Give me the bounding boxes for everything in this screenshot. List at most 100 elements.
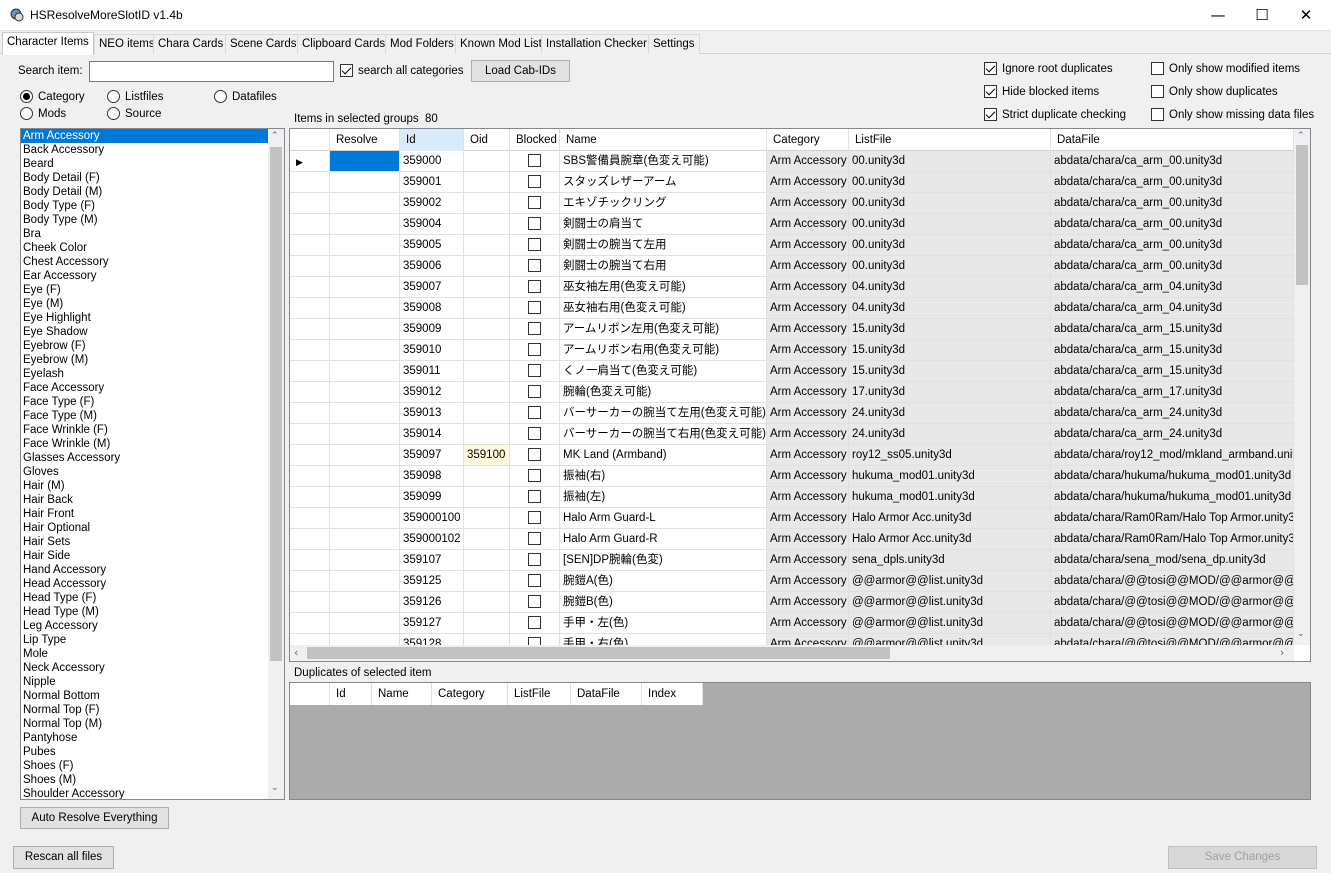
cell-name[interactable]: 剣闘士の腕当て左用 — [560, 235, 767, 256]
category-list-item[interactable]: Body Type (M) — [21, 213, 269, 227]
listfiles-radio[interactable] — [107, 90, 120, 103]
cell-oid[interactable] — [464, 298, 510, 319]
cell-datafile[interactable]: abdata/chara/hukuma/hukuma_mod01.unity3d — [1051, 466, 1294, 487]
category-list-item[interactable]: Normal Bottom — [21, 689, 269, 703]
row-header[interactable] — [290, 256, 330, 277]
cell-listfile[interactable]: 00.unity3d — [849, 256, 1051, 277]
cell-resolve[interactable] — [330, 592, 400, 613]
scroll-up-icon[interactable]: ⌃ — [1297, 131, 1305, 141]
table-row[interactable]: 359098 振袖(右) Arm Accessory hukuma_mod01.uni… — [290, 466, 1294, 487]
cell-listfile[interactable]: 00.unity3d — [849, 214, 1051, 235]
cell-blocked-checkbox[interactable] — [510, 298, 560, 319]
cell-listfile[interactable]: 00.unity3d — [849, 151, 1051, 172]
cell-oid[interactable] — [464, 508, 510, 529]
row-header[interactable] — [290, 235, 330, 256]
table-row[interactable]: 359005 剣闘士の腕当て左用 Arm Accessory 00.unity3d ab… — [290, 235, 1294, 256]
cell-listfile[interactable]: 00.unity3d — [849, 193, 1051, 214]
blocked-checkbox[interactable] — [528, 490, 541, 503]
cell-oid[interactable] — [464, 487, 510, 508]
column-listfile[interactable]: ListFile — [849, 129, 1051, 151]
cell-datafile[interactable]: abdata/chara/ca_arm_04.unity3d — [1051, 298, 1294, 319]
dup-column-datafile[interactable]: DataFile — [571, 683, 642, 705]
cell-blocked-checkbox[interactable] — [510, 634, 560, 645]
cell-datafile[interactable]: abdata/chara/ca_arm_00.unity3d — [1051, 151, 1294, 172]
cell-datafile[interactable]: abdata/chara/ca_arm_24.unity3d — [1051, 403, 1294, 424]
cell-name[interactable]: Halo Arm Guard-L — [560, 508, 767, 529]
category-list-item[interactable]: Body Detail (F) — [21, 171, 269, 185]
cell-resolve[interactable] — [330, 277, 400, 298]
category-list-item[interactable]: Cheek Color — [21, 241, 269, 255]
cell-listfile[interactable]: 00.unity3d — [849, 235, 1051, 256]
blocked-checkbox[interactable] — [528, 301, 541, 314]
cell-id[interactable]: 359127 — [400, 613, 464, 634]
row-header[interactable] — [290, 571, 330, 592]
cell-datafile[interactable]: abdata/chara/ca_arm_04.unity3d — [1051, 277, 1294, 298]
cell-listfile[interactable]: 04.unity3d — [849, 298, 1051, 319]
category-list-item[interactable]: Hair Sets — [21, 535, 269, 549]
items-grid-vscrollbar[interactable]: ⌃ ⌄ — [1294, 129, 1310, 645]
category-list-scroll-thumb[interactable] — [270, 147, 282, 661]
cell-resolve[interactable] — [330, 613, 400, 634]
cell-listfile[interactable]: 04.unity3d — [849, 277, 1051, 298]
table-row[interactable]: 359000100 Halo Arm Guard-L Arm Accessory Ha… — [290, 508, 1294, 529]
maximize-button[interactable]: ☐ — [1239, 0, 1285, 31]
column-name[interactable]: Name — [560, 129, 767, 151]
table-row[interactable]: 359099 振袖(左) Arm Accessory hukuma_mod01.uni… — [290, 487, 1294, 508]
cell-category[interactable]: Arm Accessory — [767, 424, 849, 445]
cell-name[interactable]: バーサーカーの腕当て左用(色変え可能) — [560, 403, 767, 424]
cell-datafile[interactable]: abdata/chara/roy12_mod/mkland_armband.un… — [1051, 445, 1294, 466]
strict-duplicate-checking-checkbox[interactable] — [984, 108, 997, 121]
cell-name[interactable]: 手甲・左(色) — [560, 613, 767, 634]
row-header[interactable] — [290, 613, 330, 634]
cell-datafile[interactable]: abdata/chara/ca_arm_00.unity3d — [1051, 235, 1294, 256]
cell-resolve[interactable] — [330, 571, 400, 592]
cell-category[interactable]: Arm Accessory — [767, 256, 849, 277]
row-header[interactable] — [290, 382, 330, 403]
scroll-right-icon[interactable]: › — [1280, 646, 1284, 659]
category-list-item[interactable]: Hand Accessory — [21, 563, 269, 577]
cell-name[interactable]: 手甲・右(色) — [560, 634, 767, 645]
ignore-root-duplicates-checkbox[interactable] — [984, 62, 997, 75]
cell-oid[interactable] — [464, 277, 510, 298]
row-header[interactable] — [290, 172, 330, 193]
cell-blocked-checkbox[interactable] — [510, 508, 560, 529]
row-header[interactable] — [290, 634, 330, 645]
cell-resolve[interactable] — [330, 508, 400, 529]
cell-id[interactable]: 359010 — [400, 340, 464, 361]
cell-resolve[interactable] — [330, 487, 400, 508]
source-radio[interactable] — [107, 107, 120, 120]
cell-blocked-checkbox[interactable] — [510, 340, 560, 361]
blocked-checkbox[interactable] — [528, 637, 541, 645]
cell-id[interactable]: 359007 — [400, 277, 464, 298]
cell-listfile[interactable]: 15.unity3d — [849, 361, 1051, 382]
cell-id[interactable]: 359126 — [400, 592, 464, 613]
blocked-checkbox[interactable] — [528, 154, 541, 167]
column-oid[interactable]: Oid — [464, 129, 510, 151]
cell-id[interactable]: 359002 — [400, 193, 464, 214]
category-list-item[interactable]: Glasses Accessory — [21, 451, 269, 465]
row-header[interactable] — [290, 592, 330, 613]
category-list-item[interactable]: Hair Front — [21, 507, 269, 521]
category-list-item[interactable]: Shoes (F) — [21, 759, 269, 773]
table-row[interactable]: 359011 くノ一肩当て(色変え可能) Arm Accessory 15.unity… — [290, 361, 1294, 382]
cell-category[interactable]: Arm Accessory — [767, 319, 849, 340]
cell-listfile[interactable]: roy12_ss05.unity3d — [849, 445, 1051, 466]
cell-category[interactable]: Arm Accessory — [767, 277, 849, 298]
cell-category[interactable]: Arm Accessory — [767, 487, 849, 508]
blocked-checkbox[interactable] — [528, 175, 541, 188]
table-row[interactable]: 359013 バーサーカーの腕当て左用(色変え可能) Arm Accessory 24… — [290, 403, 1294, 424]
cell-resolve[interactable] — [330, 214, 400, 235]
cell-blocked-checkbox[interactable] — [510, 382, 560, 403]
duplicates-grid[interactable]: Id Name Category ListFile DataFile Index — [289, 682, 1311, 800]
cell-oid[interactable] — [464, 214, 510, 235]
table-row[interactable]: 359127 手甲・左(色) Arm Accessory @@armor@@list.… — [290, 613, 1294, 634]
cell-name[interactable]: 巫女袖左用(色変え可能) — [560, 277, 767, 298]
category-list-item[interactable]: Head Type (M) — [21, 605, 269, 619]
dup-column-category[interactable]: Category — [432, 683, 508, 705]
cell-oid[interactable] — [464, 550, 510, 571]
table-row[interactable]: 359006 剣闘士の腕当て右用 Arm Accessory 00.unity3d ab… — [290, 256, 1294, 277]
cell-datafile[interactable]: abdata/chara/ca_arm_00.unity3d — [1051, 193, 1294, 214]
cell-oid[interactable] — [464, 172, 510, 193]
cell-datafile[interactable]: abdata/chara/ca_arm_15.unity3d — [1051, 319, 1294, 340]
cell-id[interactable]: 359009 — [400, 319, 464, 340]
